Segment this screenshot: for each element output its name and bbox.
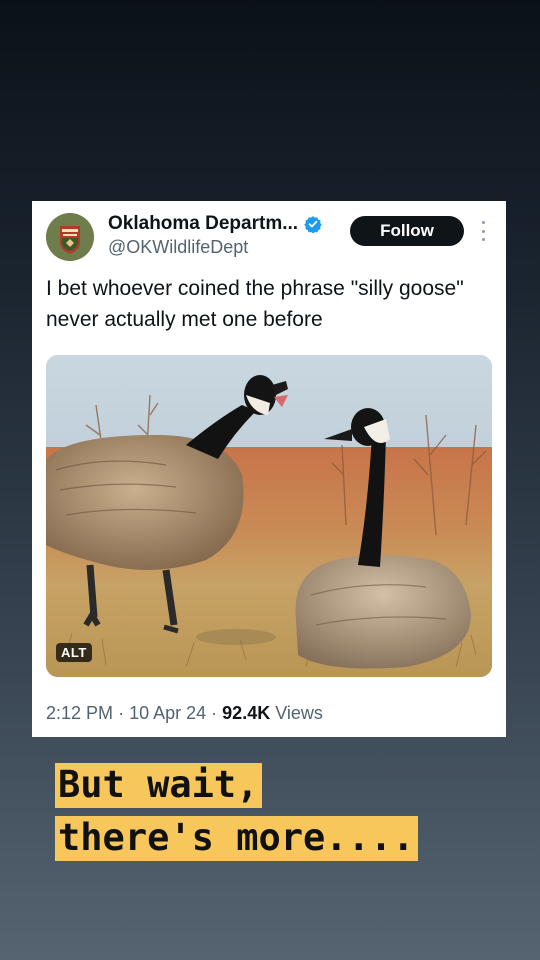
separator: · xyxy=(211,703,218,723)
caption-line-2: there's more.... xyxy=(55,811,419,864)
display-name-row[interactable]: Oklahoma Departm... xyxy=(108,213,322,235)
tweet-date[interactable]: 10 Apr 24 xyxy=(129,703,206,723)
more-dot xyxy=(481,238,485,241)
tweet-metadata: 2:12 PM · 10 Apr 24 · 92.4K Views xyxy=(46,703,323,724)
follow-button[interactable]: Follow xyxy=(350,216,464,246)
caption-text-1: But wait, xyxy=(55,763,263,808)
tweet-card[interactable]: Oklahoma Departm... @OKWildlifeDept Foll… xyxy=(32,201,506,737)
display-name[interactable]: Oklahoma Departm... xyxy=(108,213,298,235)
story-caption: But wait, there's more.... xyxy=(55,758,419,864)
caption-text-2: there's more.... xyxy=(55,816,419,861)
more-dot xyxy=(481,229,485,233)
tweet-time[interactable]: 2:12 PM xyxy=(46,703,113,723)
verified-badge-icon xyxy=(304,216,322,233)
views-label: Views xyxy=(275,703,323,723)
tweet-text: I bet whoever coined the phrase "silly g… xyxy=(46,277,464,331)
avatar[interactable] xyxy=(46,213,94,261)
alt-text-badge[interactable]: ALT xyxy=(56,643,92,662)
geese-photo xyxy=(46,355,492,677)
agency-logo-icon xyxy=(46,213,94,261)
views-count: 92.4K xyxy=(222,703,271,723)
more-dot xyxy=(481,221,485,224)
tweet-media-image[interactable]: ALT xyxy=(46,355,492,677)
separator: · xyxy=(118,703,125,723)
more-options-icon[interactable] xyxy=(478,221,488,241)
user-handle[interactable]: @OKWildlifeDept xyxy=(108,237,248,258)
caption-line-1: But wait, xyxy=(55,758,418,811)
